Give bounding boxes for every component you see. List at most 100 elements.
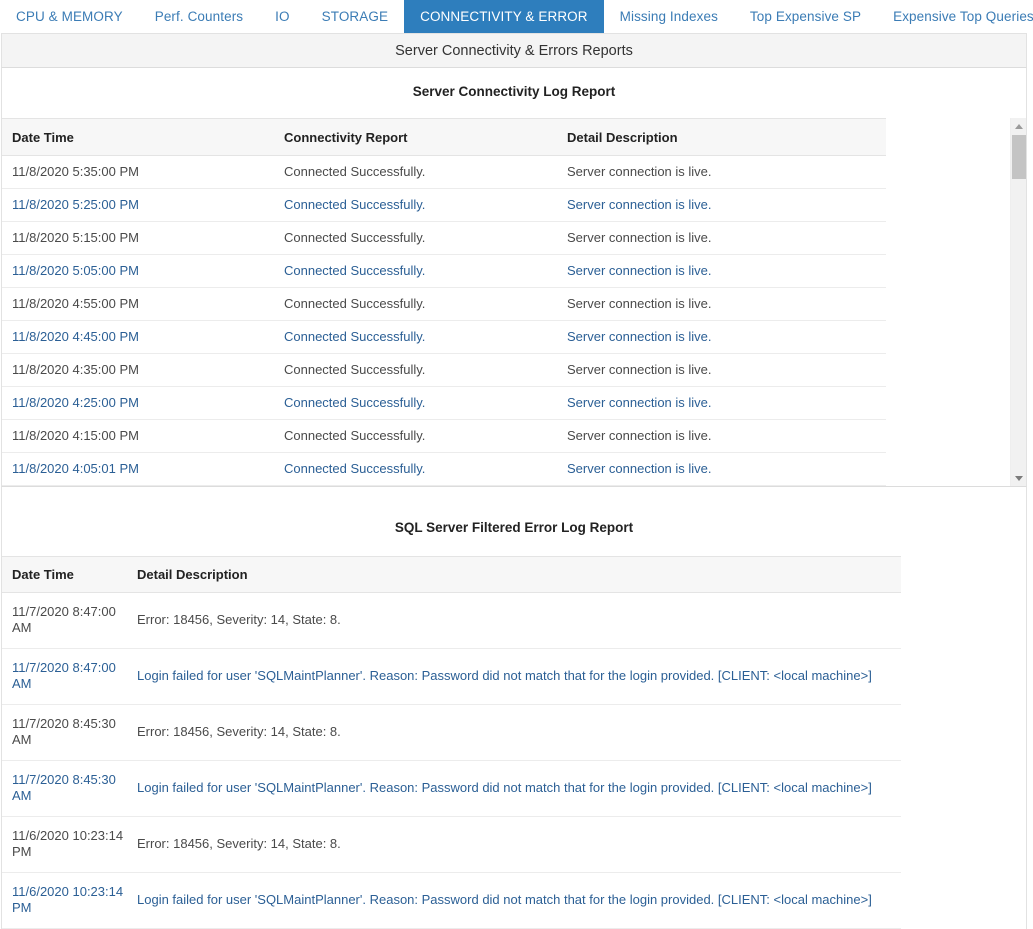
cell-date-time: 11/8/2020 4:25:00 PM: [2, 386, 284, 420]
table-row[interactable]: 11/8/2020 4:25:00 PM Connected Successful…: [2, 386, 886, 420]
page-subtitle: Server Connectivity & Errors Reports: [395, 42, 633, 59]
tab-top-expensive-sp[interactable]: Top Expensive SP: [734, 0, 877, 33]
table-row[interactable]: 11/8/2020 4:55:00 PM Connected Successful…: [2, 287, 886, 321]
cell-connectivity-report: Connected Successfully.: [284, 221, 567, 255]
table-row[interactable]: 11/8/2020 5:15:00 PM Connected Successful…: [2, 221, 886, 255]
cell-error-date-time: 11/7/2020 8:47:00 AM: [2, 648, 137, 705]
cell-error-detail-description: Error: 18456, Severity: 14, State: 8.: [137, 704, 901, 761]
cell-date-time: 11/8/2020 4:15:00 PM: [2, 419, 284, 453]
cell-detail-description: Server connection is live.: [567, 353, 886, 387]
cell-detail-description: Server connection is live.: [567, 155, 886, 189]
table-row[interactable]: 11/7/2020 8:45:30 AM Login failed for use…: [2, 760, 901, 817]
table-row[interactable]: 11/8/2020 5:35:00 PM Connected Successful…: [2, 155, 886, 189]
cell-detail-description: Server connection is live.: [567, 320, 886, 354]
cell-date-time: 11/8/2020 4:55:00 PM: [2, 287, 284, 321]
triangle-down-icon: [1014, 475, 1023, 481]
triangle-up-icon: [1014, 123, 1023, 129]
cell-detail-description: Server connection is live.: [567, 419, 886, 453]
scroll-up-button[interactable]: [1011, 118, 1026, 134]
error-table: Date Time Detail Description 11/7/2020 8…: [2, 556, 901, 929]
tab-label: Top Expensive SP: [749, 9, 862, 24]
column-header-error-date-time[interactable]: Date Time: [2, 556, 137, 593]
cell-connectivity-report: Connected Successfully.: [284, 320, 567, 354]
table-row[interactable]: 11/8/2020 4:05:01 PM Connected Successful…: [2, 452, 886, 486]
cell-detail-description: Server connection is live.: [567, 188, 886, 222]
page-subtitle-bar: Server Connectivity & Errors Reports: [1, 33, 1027, 68]
cell-detail-description: Server connection is live.: [567, 254, 886, 288]
cell-error-date-time: 11/7/2020 8:45:30 AM: [2, 704, 137, 761]
cell-error-detail-description: Login failed for user 'SQLMaintPlanner'.…: [137, 872, 901, 929]
cell-error-date-time: 11/7/2020 8:47:00 AM: [2, 592, 137, 649]
cell-connectivity-report: Connected Successfully.: [284, 188, 567, 222]
table-row[interactable]: 11/8/2020 4:45:00 PM Connected Successful…: [2, 320, 886, 354]
table-row[interactable]: 11/7/2020 8:45:30 AM Error: 18456, Severi…: [2, 704, 901, 761]
tab-label: Expensive Top Queries: [893, 9, 1033, 24]
tab-io[interactable]: IO: [259, 0, 305, 33]
tab-missing-indexes[interactable]: Missing Indexes: [604, 0, 734, 33]
error-table-body: 11/7/2020 8:47:00 AM Error: 18456, Severi…: [2, 592, 901, 929]
table-row[interactable]: 11/7/2020 8:47:00 AM Login failed for use…: [2, 648, 901, 705]
table-row[interactable]: 11/8/2020 5:05:00 PM Connected Successful…: [2, 254, 886, 288]
table-row[interactable]: 11/8/2020 4:15:00 PM Connected Successful…: [2, 419, 886, 453]
cell-error-date-time: 11/6/2020 10:23:14 PM: [2, 816, 137, 873]
connectivity-table-head: Date Time Connectivity Report Detail Des…: [2, 118, 886, 156]
cell-detail-description: Server connection is live.: [567, 221, 886, 255]
column-header-detail-description[interactable]: Detail Description: [567, 118, 886, 156]
cell-error-detail-description: Login failed for user 'SQLMaintPlanner'.…: [137, 648, 901, 705]
connectivity-report-title: Server Connectivity Log Report: [412, 84, 616, 99]
cell-connectivity-report: Connected Successfully.: [284, 353, 567, 387]
table-row[interactable]: 11/7/2020 8:47:00 AM Error: 18456, Severi…: [2, 592, 901, 649]
tab-perf-counters[interactable]: Perf. Counters: [139, 0, 259, 33]
cell-date-time: 11/8/2020 4:05:01 PM: [2, 452, 284, 486]
tab-storage[interactable]: STORAGE: [306, 0, 404, 33]
table-row[interactable]: 11/6/2020 10:23:14 PM Error: 18456, Sever…: [2, 816, 901, 873]
cell-detail-description: Server connection is live.: [567, 386, 886, 420]
table-row[interactable]: 11/8/2020 5:25:00 PM Connected Successful…: [2, 188, 886, 222]
cell-detail-description: Server connection is live.: [567, 287, 886, 321]
cell-error-date-time: 11/7/2020 8:45:30 AM: [2, 760, 137, 817]
column-header-date-time[interactable]: Date Time: [2, 118, 284, 156]
connectivity-vertical-scrollbar[interactable]: [1010, 118, 1026, 486]
cell-connectivity-report: Connected Successfully.: [284, 386, 567, 420]
cell-connectivity-report: Connected Successfully.: [284, 254, 567, 288]
error-report-title: SQL Server Filtered Error Log Report: [394, 520, 634, 535]
connectivity-table: Date Time Connectivity Report Detail Des…: [2, 118, 886, 486]
main-tab-bar: CPU & MEMORY Perf. Counters IO STORAGE CONNE…: [0, 0, 1033, 33]
cell-date-time: 11/8/2020 5:15:00 PM: [2, 221, 284, 255]
cell-error-date-time: 11/6/2020 10:23:14 PM: [2, 872, 137, 929]
connectivity-report-panel: Server Connectivity Log Report Date Time…: [1, 68, 1027, 487]
table-row[interactable]: 11/6/2020 10:23:14 PM Login failed for us…: [2, 872, 901, 929]
connectivity-header-row: Date Time Connectivity Report Detail Des…: [2, 118, 886, 156]
column-header-error-detail-description[interactable]: Detail Description: [137, 556, 901, 593]
tab-expensive-top-queries[interactable]: Expensive Top Queries: [877, 0, 1033, 33]
cell-date-time: 11/8/2020 4:45:00 PM: [2, 320, 284, 354]
cell-detail-description: Server connection is live.: [567, 452, 886, 486]
connectivity-table-body: 11/8/2020 5:35:00 PM Connected Successful…: [2, 155, 886, 486]
tab-label: CONNECTIVITY & ERROR: [420, 9, 588, 24]
error-header-row: Date Time Detail Description: [2, 556, 901, 593]
connectivity-grid-wrapper: Date Time Connectivity Report Detail Des…: [2, 118, 1026, 486]
table-row[interactable]: 11/8/2020 4:35:00 PM Connected Successful…: [2, 353, 886, 387]
cell-date-time: 11/8/2020 5:25:00 PM: [2, 188, 284, 222]
tab-cpu-memory[interactable]: CPU & MEMORY: [0, 0, 139, 33]
cell-error-detail-description: Error: 18456, Severity: 14, State: 8.: [137, 816, 901, 873]
cell-connectivity-report: Connected Successfully.: [284, 419, 567, 453]
error-table-head: Date Time Detail Description: [2, 556, 901, 593]
cell-date-time: 11/8/2020 5:05:00 PM: [2, 254, 284, 288]
cell-error-detail-description: Login failed for user 'SQLMaintPlanner'.…: [137, 760, 901, 817]
scroll-down-button[interactable]: [1011, 470, 1026, 486]
tab-label: STORAGE: [321, 9, 389, 24]
tab-label: Perf. Counters: [154, 9, 244, 24]
column-header-connectivity-report[interactable]: Connectivity Report: [284, 118, 567, 156]
cell-error-detail-description: Error: 18456, Severity: 14, State: 8.: [137, 592, 901, 649]
cell-date-time: 11/8/2020 5:35:00 PM: [2, 155, 284, 189]
scrollbar-thumb[interactable]: [1012, 135, 1026, 179]
cell-connectivity-report: Connected Successfully.: [284, 155, 567, 189]
tab-label: CPU & MEMORY: [16, 9, 123, 24]
cell-connectivity-report: Connected Successfully.: [284, 452, 567, 486]
tab-label: IO: [275, 9, 290, 24]
tab-connectivity-error[interactable]: CONNECTIVITY & ERROR: [404, 0, 604, 33]
cell-date-time: 11/8/2020 4:35:00 PM: [2, 353, 284, 387]
error-report-panel: SQL Server Filtered Error Log Report Dat…: [1, 487, 1027, 929]
cell-connectivity-report: Connected Successfully.: [284, 287, 567, 321]
